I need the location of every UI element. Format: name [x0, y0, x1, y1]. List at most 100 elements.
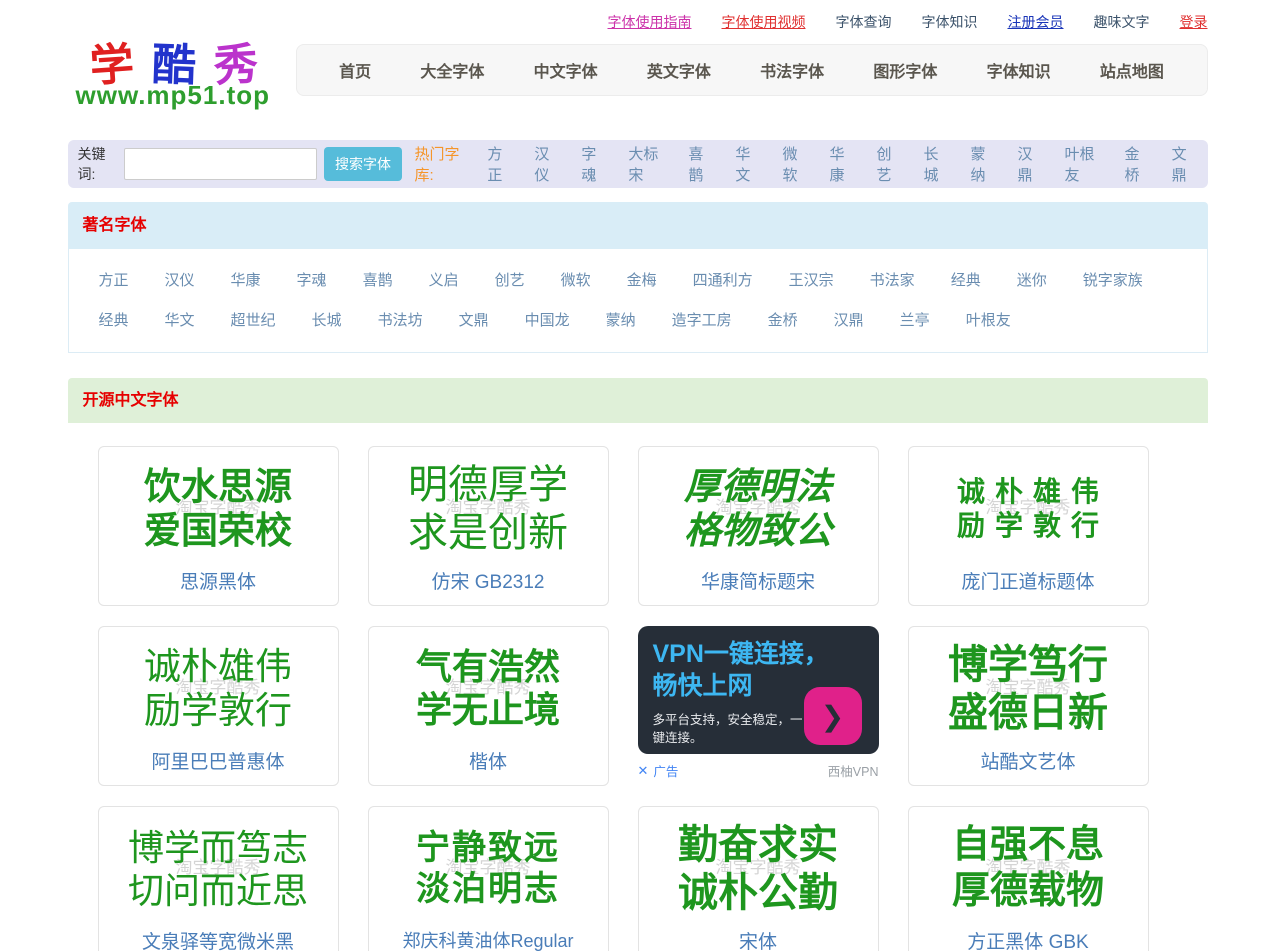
famous-link[interactable]: 书法家 — [870, 269, 915, 290]
search-bar: 关键词: 搜索字体 热门字库: 方正 汉仪 字魂 大标宋 喜鹊 华文 微软 华康… — [68, 140, 1208, 188]
font-name-label[interactable]: 华康简标题宋 — [639, 567, 878, 605]
famous-link[interactable]: 汉仪 — [165, 269, 195, 290]
font-card-zhanku-wenyi[interactable]: 淘宝字酷秀 博学笃行盛德日新 站酷文艺体 — [908, 626, 1149, 786]
famous-link[interactable]: 华文 — [165, 309, 195, 330]
font-name-label[interactable]: 站酷文艺体 — [909, 747, 1148, 785]
famous-link[interactable]: 长城 — [312, 309, 342, 330]
hot-link[interactable]: 微软 — [782, 143, 808, 185]
famous-row-1: 方正 汉仪 华康 字魂 喜鹊 义启 创艺 微软 金梅 四通利方 王汉宗 书法家 … — [99, 269, 1177, 289]
famous-fonts-title: 著名字体 — [68, 202, 1208, 249]
link-font-usage-guide[interactable]: 字体使用指南 — [608, 12, 692, 32]
famous-link[interactable]: 中国龙 — [525, 309, 570, 330]
font-card-huakang-biaotisong[interactable]: 淘宝字酷秀 厚德明法格物致公 华康简标题宋 — [638, 446, 879, 606]
hot-link[interactable]: 金桥 — [1125, 143, 1151, 185]
ad-arrow-button[interactable]: ❯ — [804, 687, 862, 745]
hot-link[interactable]: 华文 — [735, 143, 761, 185]
famous-link[interactable]: 经典 — [951, 269, 981, 290]
famous-link[interactable]: 方正 — [99, 269, 129, 290]
font-card-pangmen-zhengdao[interactable]: 淘宝字酷秀 诚朴雄伟励学敦行 庞门正道标题体 — [908, 446, 1149, 606]
font-card-kaiti[interactable]: 淘宝字酷秀 气有浩然学无止境 楷体 — [368, 626, 609, 786]
ad-slot: VPN一键连接，畅快上网 多平台支持，安全稳定，一键连接。 ❯ ✕ 广告 西柚V… — [638, 626, 879, 786]
famous-link[interactable]: 经典 — [99, 309, 129, 330]
hot-link[interactable]: 大标宋 — [628, 143, 667, 185]
nav-chinese[interactable]: 中文字体 — [534, 58, 598, 82]
famous-link[interactable]: 文鼎 — [459, 309, 489, 330]
font-card-siyuan-heiti[interactable]: 淘宝字酷秀 饮水思源爱国荣校 思源黑体 — [98, 446, 339, 606]
font-name-label[interactable]: 仿宋 GB2312 — [369, 567, 608, 605]
hot-link[interactable]: 创艺 — [876, 143, 902, 185]
link-font-knowledge[interactable]: 字体知识 — [922, 12, 978, 32]
famous-link[interactable]: 书法坊 — [378, 309, 423, 330]
search-button[interactable]: 搜索字体 — [324, 147, 403, 181]
famous-link[interactable]: 华康 — [231, 269, 261, 290]
famous-link[interactable]: 锐字家族 — [1083, 269, 1143, 290]
hot-link[interactable]: 汉鼎 — [1018, 143, 1044, 185]
link-font-query[interactable]: 字体查询 — [836, 12, 892, 32]
nav-home[interactable]: 首页 — [339, 58, 371, 82]
hot-link[interactable]: 喜鹊 — [688, 143, 714, 185]
famous-link[interactable]: 喜鹊 — [363, 269, 393, 290]
famous-link[interactable]: 蒙纳 — [606, 309, 636, 330]
hot-link[interactable]: 汉仪 — [534, 143, 560, 185]
nav-calligraphy[interactable]: 书法字体 — [760, 58, 824, 82]
famous-link[interactable]: 义启 — [429, 269, 459, 290]
famous-link[interactable]: 兰亭 — [900, 309, 930, 330]
hot-link[interactable]: 方正 — [487, 143, 513, 185]
font-card-fangsong[interactable]: 淘宝字酷秀 明德厚学求是创新 仿宋 GB2312 — [368, 446, 609, 606]
hot-link[interactable]: 蒙纳 — [971, 143, 997, 185]
hot-link[interactable]: 文鼎 — [1172, 143, 1198, 185]
logo-char-1: 学 — [88, 43, 135, 90]
font-sample: 博学而笃志切问而近思 — [99, 807, 338, 927]
famous-link[interactable]: 金梅 — [627, 269, 657, 290]
opensource-fonts-title: 开源中文字体 — [68, 378, 1208, 423]
famous-link[interactable]: 叶根友 — [966, 309, 1011, 330]
nav-all-fonts[interactable]: 大全字体 — [420, 58, 484, 82]
font-card-songti[interactable]: 淘宝字酷秀 勤奋求实诚朴公勤 宋体 — [638, 806, 879, 951]
nav-sitemap[interactable]: 站点地图 — [1100, 58, 1164, 82]
famous-link[interactable]: 字魂 — [297, 269, 327, 290]
link-fun-text[interactable]: 趣味文字 — [1094, 12, 1150, 32]
nav-knowledge[interactable]: 字体知识 — [987, 58, 1051, 82]
hot-link[interactable]: 叶根友 — [1065, 143, 1104, 185]
ad-body-text: 多平台支持，安全稳定，一键连接。 — [653, 711, 811, 747]
font-name-label[interactable]: 阿里巴巴普惠体 — [99, 747, 338, 785]
font-card-zhengqingke-butter[interactable]: 淘宝字酷秀 宁静致远淡泊明志 郑庆科黄油体Regular — [368, 806, 609, 951]
famous-link[interactable]: 汉鼎 — [834, 309, 864, 330]
font-name-label[interactable]: 宋体 — [639, 927, 878, 951]
font-sample: 诚朴雄伟励学敦行 — [99, 627, 338, 747]
famous-link[interactable]: 超世纪 — [231, 309, 276, 330]
nav-english[interactable]: 英文字体 — [647, 58, 711, 82]
vpn-ad-banner[interactable]: VPN一键连接，畅快上网 多平台支持，安全稳定，一键连接。 ❯ — [638, 626, 879, 754]
font-name-label[interactable]: 方正黑体 GBK — [909, 927, 1148, 951]
hot-link[interactable]: 华康 — [829, 143, 855, 185]
ad-advertiser: 西柚VPN — [828, 761, 879, 780]
font-sample: 博学笃行盛德日新 — [909, 627, 1148, 747]
famous-link[interactable]: 金桥 — [768, 309, 798, 330]
font-card-wenquanyi[interactable]: 淘宝字酷秀 博学而笃志切问而近思 文泉驿等宽微米黑 — [98, 806, 339, 951]
font-sample: 勤奋求实诚朴公勤 — [639, 807, 878, 927]
font-sample: 厚德明法格物致公 — [639, 447, 878, 567]
famous-link[interactable]: 微软 — [561, 269, 591, 290]
font-name-label[interactable]: 思源黑体 — [99, 567, 338, 605]
link-login[interactable]: 登录 — [1180, 12, 1208, 32]
famous-link[interactable]: 四通利方 — [693, 269, 753, 290]
famous-link[interactable]: 王汉宗 — [789, 269, 834, 290]
ad-close-button[interactable]: ✕ 广告 — [638, 761, 679, 780]
famous-link[interactable]: 创艺 — [495, 269, 525, 290]
font-card-alibaba-puhui[interactable]: 淘宝字酷秀 诚朴雄伟励学敦行 阿里巴巴普惠体 — [98, 626, 339, 786]
font-name-label[interactable]: 文泉驿等宽微米黑 — [99, 927, 338, 951]
hot-link[interactable]: 字魂 — [581, 143, 607, 185]
search-input[interactable] — [124, 148, 317, 180]
famous-link[interactable]: 造字工房 — [672, 309, 732, 330]
link-register[interactable]: 注册会员 — [1008, 12, 1064, 32]
famous-row-2: 经典 华文 超世纪 长城 书法坊 文鼎 中国龙 蒙纳 造字工房 金桥 汉鼎 兰亭… — [99, 309, 1177, 329]
font-card-fangzheng-heiti[interactable]: 淘宝字酷秀 自强不息厚德载物 方正黑体 GBK — [908, 806, 1149, 951]
site-logo[interactable]: 学 酷 秀 www.mp51.top — [68, 44, 296, 108]
famous-link[interactable]: 迷你 — [1017, 269, 1047, 290]
hot-link[interactable]: 长城 — [923, 143, 949, 185]
font-name-label[interactable]: 郑庆科黄油体Regular — [369, 927, 608, 951]
nav-graphic[interactable]: 图形字体 — [873, 58, 937, 82]
font-name-label[interactable]: 楷体 — [369, 747, 608, 785]
font-name-label[interactable]: 庞门正道标题体 — [909, 567, 1148, 605]
link-font-usage-video[interactable]: 字体使用视频 — [722, 12, 806, 32]
